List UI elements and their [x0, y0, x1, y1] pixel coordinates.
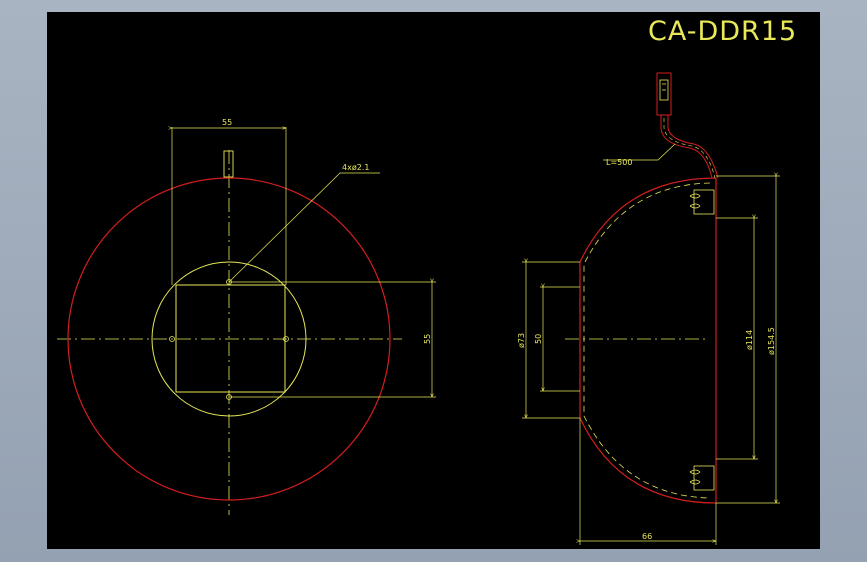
- cable-assembly: [656, 72, 719, 179]
- cad-viewer-window: CA-DDR15 55 55 4xø2.1 L=500 ø154.5 ø114 …: [0, 0, 867, 562]
- inner-dia-label: ø114: [745, 330, 754, 350]
- cable-stub: [223, 150, 234, 178]
- outer-dia-label: ø154.5: [767, 327, 776, 355]
- drawing-title: CA-DDR15: [648, 16, 797, 47]
- dome-outline: [579, 177, 717, 504]
- front-view: 55 55 4xø2.1: [57, 118, 436, 515]
- led-clip-bottom: [689, 465, 715, 491]
- dome-inner-hidden-line: [583, 182, 711, 499]
- window-dim-label: 50: [534, 334, 543, 344]
- led-clip-top: [689, 189, 715, 215]
- opening-dia-label: ø73: [517, 333, 526, 348]
- dim-square-width-label: 55: [222, 118, 232, 127]
- drawing-sheet[interactable]: CA-DDR15 55 55 4xø2.1 L=500 ø154.5 ø114 …: [47, 12, 820, 549]
- side-view: L=500 ø154.5 ø114 ø73 50 66: [517, 72, 780, 545]
- hole-callout-label: 4xø2.1: [342, 163, 369, 172]
- center-square: [175, 284, 286, 393]
- cable-length-label: L=500: [606, 158, 632, 167]
- cad-drawing: CA-DDR15 55 55 4xø2.1 L=500 ø154.5 ø114 …: [57, 16, 797, 545]
- depth-dim-label: 66: [642, 532, 652, 541]
- dim-square-height-label: 55: [423, 334, 432, 344]
